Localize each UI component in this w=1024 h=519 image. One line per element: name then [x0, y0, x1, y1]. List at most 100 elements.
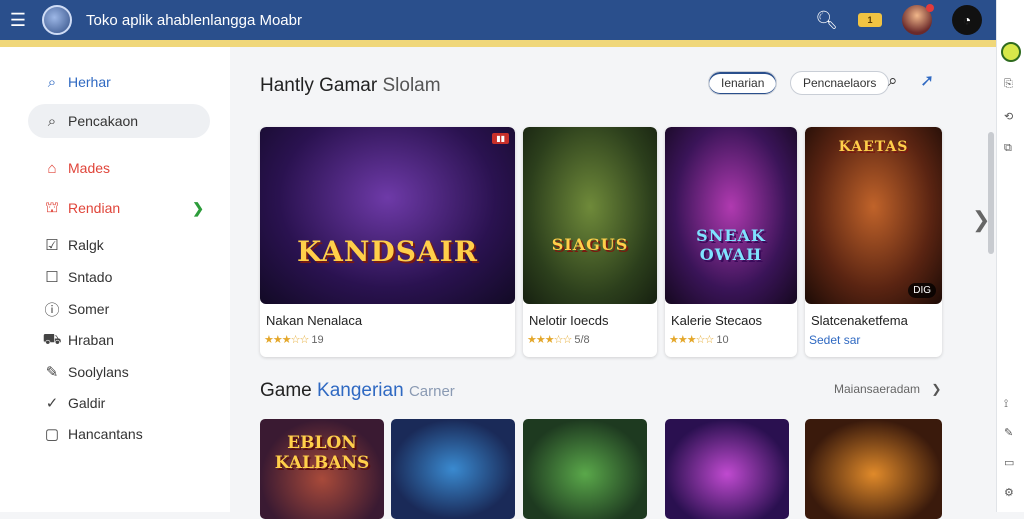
game-cover-image: SIAGUS [523, 127, 657, 304]
sidebar-item-label: Mades [68, 160, 111, 176]
featured-title-main: Hantly Gamar [260, 75, 378, 96]
info-icon: ⓘ [44, 301, 60, 319]
game-rating: ★★★☆☆ 5/8 [527, 333, 590, 346]
edit-icon: ✎ [45, 364, 59, 381]
edit-icon[interactable]: ✎ [1004, 426, 1013, 439]
sidebar-item-galdir[interactable]: ✓ Galdir [28, 386, 210, 420]
sidebar-item-sntado[interactable]: ☐ Sntado [28, 260, 210, 294]
game-card[interactable]: KAETAS DIG Slatcenaketfema Sedet sar [805, 127, 942, 357]
category-section-title: Game Kangerian Carner [260, 380, 455, 402]
sidebar-item-somer[interactable]: ⓘ Somer [28, 292, 210, 326]
game-cover-title: KANDSAIR [296, 235, 479, 268]
category-card[interactable]: EBLON KALBANS [260, 419, 384, 519]
top-app-bar: ☰ Toko aplik ahablenlangga Moabr 🔍︎ 1 ◔ [0, 0, 996, 47]
category-card[interactable] [523, 419, 647, 519]
cover-badge: ▮▮ [492, 133, 509, 144]
game-card[interactable]: KANDSAIR ▮▮ Nakan Nenalaca ★★★☆☆ 19 [260, 127, 515, 357]
category-cover-title: EBLON KALBANS [274, 433, 370, 473]
see-all-label: Maiansaeradam [834, 382, 921, 396]
featured-title-sub: Slolam [382, 75, 441, 96]
game-cover-image: SNEAK OWAH [665, 127, 797, 304]
rating-count: 5/8 [574, 334, 590, 346]
rating-count: 19 [311, 334, 324, 346]
share-icon[interactable]: ➚ [920, 71, 934, 91]
chat-icon: ▢ [44, 426, 60, 443]
main-content: Hantly Gamar Slolam Ienarian Pencnaelaor… [230, 47, 996, 519]
sidebar-item-mades[interactable]: ⌂ Mades [28, 151, 210, 185]
rating-count: 10 [716, 334, 729, 346]
sidebar-item-rendian[interactable]: ⛫ Rendian ❯ [28, 191, 210, 225]
app-title: Toko aplik ahablenlangga Moabr [86, 11, 302, 29]
copy-icon[interactable]: ⧉ [1004, 142, 1012, 155]
sidebar-item-label: Galdir [68, 395, 106, 411]
notification-dot [926, 4, 934, 12]
search-icon: ⌕ [47, 73, 57, 91]
header-accent-bar [0, 40, 996, 47]
car-icon: ⛟ [42, 330, 62, 348]
pin-icon[interactable]: ⟟ [1004, 398, 1008, 411]
avatar[interactable] [902, 4, 934, 35]
category-card[interactable] [665, 419, 789, 519]
game-name: Slatcenaketfema [811, 313, 908, 328]
sidebar-item-hancantans[interactable]: ▢ Hancantans [28, 417, 210, 451]
game-card[interactable]: SNEAK OWAH Kalerie Stecaos ★★★☆☆ 10 [665, 127, 797, 357]
category-card[interactable] [805, 419, 942, 519]
sidebar-item-soolylans[interactable]: ✎ Soolylans [28, 355, 210, 389]
history-icon[interactable]: ⟲ [1004, 110, 1013, 123]
sidebar: ⌕ Herhar ⌕ Pencakaon ⌂ Mades ⛫ Rendian ❯… [0, 47, 230, 512]
category-title-blue: Kangerian [317, 380, 404, 401]
rating-stars: ★★★☆☆ [669, 334, 714, 346]
profile-icon[interactable]: ◔ [952, 5, 982, 35]
game-rating: ★★★☆☆ 10 [669, 333, 729, 346]
sidebar-item-label: Pencakaon [68, 113, 139, 129]
rating-stars: ★★★☆☆ [527, 334, 572, 346]
sidebar-item-herhar[interactable]: ⌕ Herhar [28, 65, 210, 99]
game-rating-text[interactable]: Sedet sar [809, 333, 860, 347]
see-all-link[interactable]: Maiansaeradam ❯ [834, 382, 941, 396]
game-name: Nelotir Ioecds [529, 313, 609, 328]
hamburger-icon[interactable]: ☰ [0, 0, 36, 40]
sidebar-item-label: Somer [68, 301, 110, 317]
category-card[interactable] [391, 419, 515, 519]
sidebar-item-label: Hraban [68, 332, 114, 348]
category-title-faint: Carner [408, 383, 455, 400]
sidebar-item-label: Sntado [68, 269, 113, 285]
extension-icon[interactable] [1001, 42, 1021, 62]
game-cover-image: KAETAS DIG [805, 127, 942, 304]
store-icon: ⛫ [45, 198, 59, 216]
search-icon[interactable]: ⌕ [888, 71, 898, 91]
sidebar-item-hraban[interactable]: ⛟ Hraban [28, 323, 210, 357]
app-logo [42, 5, 72, 35]
right-utility-rail: ⎘ ⟲ ⧉ ⟟ ✎ ▭ ⚙ [996, 0, 1024, 512]
square-icon: ☐ [45, 269, 59, 286]
sidebar-item-label: Soolylans [68, 364, 129, 380]
rating-stars: ★★★☆☆ [264, 334, 309, 346]
chevron-right-icon: ❯ [931, 382, 942, 396]
vertical-scrollbar[interactable] [988, 132, 994, 254]
coin-balance[interactable]: 1 [858, 13, 882, 27]
filter-pill-pencnaelaors[interactable]: Pencnaelaors [790, 71, 890, 95]
featured-section-title: Hantly Gamar Slolam [260, 75, 441, 97]
cover-corner-badge: DIG [908, 283, 936, 298]
game-name: Kalerie Stecaos [671, 313, 763, 328]
sidebar-item-label: Herhar [68, 74, 111, 90]
category-title-main: Game [260, 380, 312, 401]
game-card[interactable]: SIAGUS Nelotir Ioecds ★★★☆☆ 5/8 [523, 127, 657, 357]
game-name: Nakan Nenalaca [266, 313, 363, 328]
game-cover-title: KAETAS [838, 139, 909, 155]
checkbox-icon: ☑ [45, 237, 59, 254]
sidebar-item-ralgk[interactable]: ☑ Ralgk [28, 228, 210, 262]
game-rating: ★★★☆☆ 19 [264, 333, 324, 346]
settings-icon[interactable]: ⚙ [1004, 486, 1014, 499]
sidebar-item-label: Ralgk [68, 237, 104, 253]
link-icon[interactable]: ⎘ [1004, 78, 1013, 91]
search-icon[interactable]: 🔍︎ [815, 10, 838, 31]
note-icon[interactable]: ▭ [1004, 456, 1014, 469]
filter-pill-ienarian[interactable]: Ienarian [708, 71, 778, 95]
sidebar-item-pencakaon[interactable]: ⌕ Pencakaon [28, 104, 210, 138]
game-cover-image: KANDSAIR ▮▮ [260, 127, 515, 304]
sidebar-item-label: Rendian [68, 200, 121, 216]
chevron-right-icon: ❯ [192, 199, 204, 216]
sidebar-item-label: Hancantans [68, 426, 143, 442]
search-icon: ⌕ [47, 112, 57, 130]
